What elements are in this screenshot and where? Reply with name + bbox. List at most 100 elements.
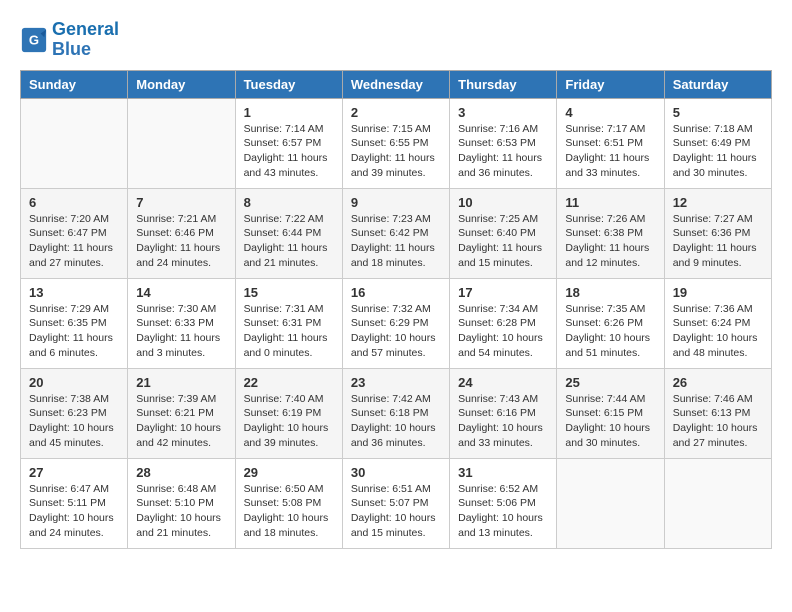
day-number: 7 xyxy=(136,195,226,210)
column-header-thursday: Thursday xyxy=(450,70,557,98)
day-info: Sunrise: 7:30 AM Sunset: 6:33 PM Dayligh… xyxy=(136,302,226,361)
day-info: Sunrise: 7:32 AM Sunset: 6:29 PM Dayligh… xyxy=(351,302,441,361)
day-cell: 30 Sunrise: 6:51 AM Sunset: 5:07 PM Dayli… xyxy=(342,458,449,548)
day-cell: 5 Sunrise: 7:18 AM Sunset: 6:49 PM Daylig… xyxy=(664,98,771,188)
day-cell: 15 Sunrise: 7:31 AM Sunset: 6:31 PM Dayli… xyxy=(235,278,342,368)
week-row-4: 20 Sunrise: 7:38 AM Sunset: 6:23 PM Dayli… xyxy=(21,368,772,458)
day-cell: 28 Sunrise: 6:48 AM Sunset: 5:10 PM Dayli… xyxy=(128,458,235,548)
day-number: 1 xyxy=(244,105,334,120)
day-number: 6 xyxy=(29,195,119,210)
logo: G General Blue xyxy=(20,20,119,60)
day-cell: 12Sunrise: 7:27 AM Sunset: 6:36 PM Dayli… xyxy=(664,188,771,278)
day-number: 19 xyxy=(673,285,763,300)
day-number: 17 xyxy=(458,285,548,300)
logo-text: General Blue xyxy=(52,20,119,60)
day-cell xyxy=(664,458,771,548)
day-info: Sunrise: 7:23 AM Sunset: 6:42 PM Dayligh… xyxy=(351,212,441,271)
day-cell xyxy=(128,98,235,188)
day-info: Sunrise: 7:38 AM Sunset: 6:23 PM Dayligh… xyxy=(29,392,119,451)
day-cell: 31 Sunrise: 6:52 AM Sunset: 5:06 PM Dayli… xyxy=(450,458,557,548)
day-info: Sunrise: 7:34 AM Sunset: 6:28 PM Dayligh… xyxy=(458,302,548,361)
column-header-saturday: Saturday xyxy=(664,70,771,98)
day-cell: 14 Sunrise: 7:30 AM Sunset: 6:33 PM Dayli… xyxy=(128,278,235,368)
day-cell: 11 Sunrise: 7:26 AM Sunset: 6:38 PM Dayli… xyxy=(557,188,664,278)
day-number: 29 xyxy=(244,465,334,480)
day-number: 24 xyxy=(458,375,548,390)
day-info: Sunrise: 7:14 AM Sunset: 6:57 PM Dayligh… xyxy=(244,122,334,181)
day-number: 5 xyxy=(673,105,763,120)
day-cell: 7 Sunrise: 7:21 AM Sunset: 6:46 PM Daylig… xyxy=(128,188,235,278)
column-header-wednesday: Wednesday xyxy=(342,70,449,98)
day-info: Sunrise: 7:35 AM Sunset: 6:26 PM Dayligh… xyxy=(565,302,655,361)
day-number: 20 xyxy=(29,375,119,390)
day-info: Sunrise: 7:43 AM Sunset: 6:16 PM Dayligh… xyxy=(458,392,548,451)
day-number: 23 xyxy=(351,375,441,390)
calendar-table: SundayMondayTuesdayWednesdayThursdayFrid… xyxy=(20,70,772,549)
day-info: Sunrise: 7:46 AM Sunset: 6:13 PM Dayligh… xyxy=(673,392,763,451)
day-cell: 29 Sunrise: 6:50 AM Sunset: 5:08 PM Dayli… xyxy=(235,458,342,548)
day-info: Sunrise: 6:48 AM Sunset: 5:10 PM Dayligh… xyxy=(136,482,226,541)
day-info: Sunrise: 6:50 AM Sunset: 5:08 PM Dayligh… xyxy=(244,482,334,541)
day-cell: 18Sunrise: 7:35 AM Sunset: 6:26 PM Dayli… xyxy=(557,278,664,368)
day-cell: 20 Sunrise: 7:38 AM Sunset: 6:23 PM Dayli… xyxy=(21,368,128,458)
day-cell: 26Sunrise: 7:46 AM Sunset: 6:13 PM Dayli… xyxy=(664,368,771,458)
day-number: 3 xyxy=(458,105,548,120)
week-row-1: 1 Sunrise: 7:14 AM Sunset: 6:57 PM Daylig… xyxy=(21,98,772,188)
week-row-3: 13 Sunrise: 7:29 AM Sunset: 6:35 PM Dayli… xyxy=(21,278,772,368)
day-number: 30 xyxy=(351,465,441,480)
logo-icon: G xyxy=(20,26,48,54)
column-header-monday: Monday xyxy=(128,70,235,98)
day-cell: 8 Sunrise: 7:22 AM Sunset: 6:44 PM Daylig… xyxy=(235,188,342,278)
day-info: Sunrise: 7:42 AM Sunset: 6:18 PM Dayligh… xyxy=(351,392,441,451)
day-info: Sunrise: 7:18 AM Sunset: 6:49 PM Dayligh… xyxy=(673,122,763,181)
day-number: 31 xyxy=(458,465,548,480)
day-number: 9 xyxy=(351,195,441,210)
day-number: 27 xyxy=(29,465,119,480)
day-number: 28 xyxy=(136,465,226,480)
day-number: 13 xyxy=(29,285,119,300)
day-info: Sunrise: 6:52 AM Sunset: 5:06 PM Dayligh… xyxy=(458,482,548,541)
day-cell: 13 Sunrise: 7:29 AM Sunset: 6:35 PM Dayli… xyxy=(21,278,128,368)
day-cell: 24 Sunrise: 7:43 AM Sunset: 6:16 PM Dayli… xyxy=(450,368,557,458)
day-cell: 25Sunrise: 7:44 AM Sunset: 6:15 PM Dayli… xyxy=(557,368,664,458)
day-info: Sunrise: 7:25 AM Sunset: 6:40 PM Dayligh… xyxy=(458,212,548,271)
week-row-5: 27 Sunrise: 6:47 AM Sunset: 5:11 PM Dayli… xyxy=(21,458,772,548)
day-cell: 1 Sunrise: 7:14 AM Sunset: 6:57 PM Daylig… xyxy=(235,98,342,188)
day-info: Sunrise: 7:40 AM Sunset: 6:19 PM Dayligh… xyxy=(244,392,334,451)
day-cell: 4 Sunrise: 7:17 AM Sunset: 6:51 PM Daylig… xyxy=(557,98,664,188)
day-info: Sunrise: 7:29 AM Sunset: 6:35 PM Dayligh… xyxy=(29,302,119,361)
day-cell: 23 Sunrise: 7:42 AM Sunset: 6:18 PM Dayli… xyxy=(342,368,449,458)
day-number: 8 xyxy=(244,195,334,210)
day-number: 14 xyxy=(136,285,226,300)
day-info: Sunrise: 7:36 AM Sunset: 6:24 PM Dayligh… xyxy=(673,302,763,361)
day-cell: 3 Sunrise: 7:16 AM Sunset: 6:53 PM Daylig… xyxy=(450,98,557,188)
day-number: 21 xyxy=(136,375,226,390)
day-info: Sunrise: 7:39 AM Sunset: 6:21 PM Dayligh… xyxy=(136,392,226,451)
page-header: G General Blue xyxy=(20,20,772,60)
day-info: Sunrise: 7:21 AM Sunset: 6:46 PM Dayligh… xyxy=(136,212,226,271)
day-info: Sunrise: 6:51 AM Sunset: 5:07 PM Dayligh… xyxy=(351,482,441,541)
day-cell: 10 Sunrise: 7:25 AM Sunset: 6:40 PM Dayli… xyxy=(450,188,557,278)
day-info: Sunrise: 7:15 AM Sunset: 6:55 PM Dayligh… xyxy=(351,122,441,181)
column-header-tuesday: Tuesday xyxy=(235,70,342,98)
day-cell: 27 Sunrise: 6:47 AM Sunset: 5:11 PM Dayli… xyxy=(21,458,128,548)
day-number: 10 xyxy=(458,195,548,210)
day-info: Sunrise: 7:31 AM Sunset: 6:31 PM Dayligh… xyxy=(244,302,334,361)
header-row: SundayMondayTuesdayWednesdayThursdayFrid… xyxy=(21,70,772,98)
day-info: Sunrise: 7:16 AM Sunset: 6:53 PM Dayligh… xyxy=(458,122,548,181)
day-number: 15 xyxy=(244,285,334,300)
day-number: 4 xyxy=(565,105,655,120)
day-cell: 9 Sunrise: 7:23 AM Sunset: 6:42 PM Daylig… xyxy=(342,188,449,278)
day-info: Sunrise: 6:47 AM Sunset: 5:11 PM Dayligh… xyxy=(29,482,119,541)
day-info: Sunrise: 7:26 AM Sunset: 6:38 PM Dayligh… xyxy=(565,212,655,271)
day-number: 11 xyxy=(565,195,655,210)
day-cell: 17 Sunrise: 7:34 AM Sunset: 6:28 PM Dayli… xyxy=(450,278,557,368)
day-cell: 21 Sunrise: 7:39 AM Sunset: 6:21 PM Dayli… xyxy=(128,368,235,458)
day-cell: 16Sunrise: 7:32 AM Sunset: 6:29 PM Dayli… xyxy=(342,278,449,368)
day-info: Sunrise: 7:17 AM Sunset: 6:51 PM Dayligh… xyxy=(565,122,655,181)
day-info: Sunrise: 7:44 AM Sunset: 6:15 PM Dayligh… xyxy=(565,392,655,451)
day-cell xyxy=(21,98,128,188)
day-info: Sunrise: 7:22 AM Sunset: 6:44 PM Dayligh… xyxy=(244,212,334,271)
day-cell: 6Sunrise: 7:20 AM Sunset: 6:47 PM Daylig… xyxy=(21,188,128,278)
day-number: 2 xyxy=(351,105,441,120)
